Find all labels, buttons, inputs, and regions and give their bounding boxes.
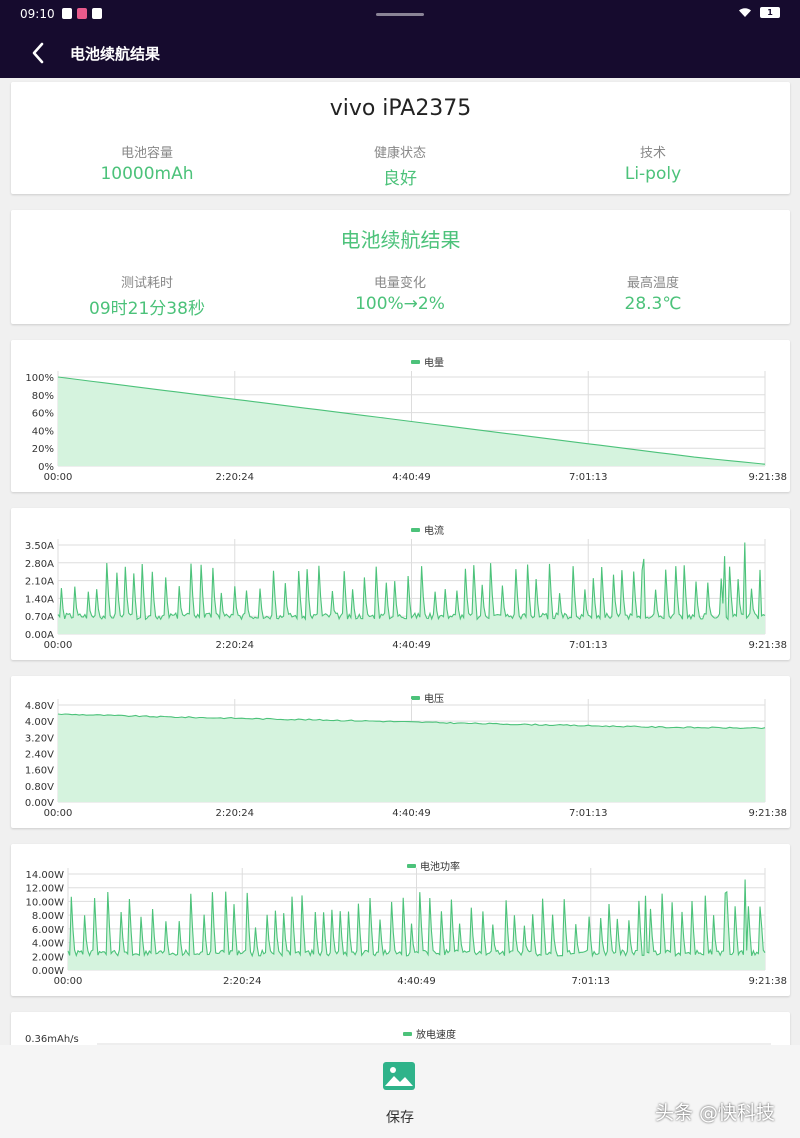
y-tick-label: 0.36mAh/s [25, 1034, 79, 1045]
y-tick-label: 20% [32, 444, 54, 455]
app-notification-icon [77, 8, 87, 19]
y-tick-label: 6.00W [32, 925, 64, 936]
max-temperature-stat: 最高温度 28.3℃ [523, 272, 783, 314]
x-tick-label: 2:20:24 [215, 472, 254, 483]
stat-label: 健康状态 [373, 146, 426, 161]
x-tick-label: 7:01:13 [569, 472, 608, 483]
vpn-icon [92, 8, 102, 19]
y-tick-label: 4.00W [32, 939, 64, 950]
current-chart: 电流 0.00A 0.70A 1.40A 2.10A 2.80A 3.50A 00:00 2:… [11, 508, 790, 660]
x-tick-label: 2:20:24 [215, 640, 254, 651]
y-tick-label: 2.80A [25, 559, 54, 570]
y-tick-label: 40% [32, 426, 54, 437]
stat-value: 100%→2% [355, 294, 445, 314]
stat-value: 10000mAh [100, 164, 194, 184]
y-tick-label: 100% [25, 373, 54, 384]
status-time: 09:10 [20, 7, 55, 21]
y-tick-label: 0.70A [25, 612, 54, 623]
series-area [58, 714, 765, 802]
x-tick-label: 00:00 [44, 472, 73, 483]
stat-value: 28.3℃ [624, 294, 682, 314]
device-info-card: vivo iPA2375 电池容量 10000mAh 健康状态 良好 技术 Li… [11, 82, 790, 194]
app-bar: 电池续航结果 [0, 28, 800, 78]
x-tick-label: 9:21:38 [748, 976, 787, 987]
y-tick-label: 1.40A [25, 594, 54, 605]
y-tick-label: 0.80V [25, 782, 54, 793]
back-arrow-icon[interactable] [26, 40, 52, 66]
wifi-icon [739, 8, 751, 17]
y-tick-label: 3.20V [25, 733, 54, 744]
watermark: 头条 @快科技 [655, 1102, 776, 1124]
sim-icon [62, 8, 72, 19]
x-tick-label: 7:01:13 [569, 808, 608, 819]
y-tick-label: 4.00V [25, 717, 54, 728]
x-tick-label: 2:20:24 [223, 976, 262, 987]
y-tick-label: 2.40V [25, 750, 54, 761]
result-title: 电池续航结果 [340, 228, 461, 252]
stat-label: 最高温度 [626, 276, 679, 291]
battery-capacity-stat: 电池容量 10000mAh [17, 142, 277, 184]
stat-value: 09时21分38秒 [89, 299, 205, 319]
y-tick-label: 3.50A [25, 541, 54, 552]
voltage-chart: 电压 0.00V 0.80V 1.60V 2.40V 3.20V 4.00V 4.80V 00… [11, 676, 790, 828]
x-tick-label: 9:21:38 [748, 640, 787, 651]
stat-label: 测试耗时 [120, 276, 173, 291]
x-tick-label: 7:01:13 [569, 640, 608, 651]
y-tick-label: 2.00W [32, 952, 64, 963]
y-tick-label: 8.00W [32, 911, 64, 922]
y-tick-label: 2.10A [25, 577, 54, 588]
x-tick-label: 9:21:38 [748, 472, 787, 483]
y-tick-label: 14.00W [25, 870, 64, 881]
y-tick-label: 10.00W [25, 897, 64, 908]
x-tick-label: 7:01:13 [571, 976, 610, 987]
x-tick-label: 4:40:49 [392, 808, 431, 819]
y-tick-label: 60% [32, 409, 54, 420]
status-bar: 09:10 1 [0, 0, 800, 28]
endurance-result-card: 电池续航结果 测试耗时 09时21分38秒 电量变化 100%→2% 最高温度 … [11, 210, 790, 324]
y-tick-label: 1.60V [25, 766, 54, 777]
battery-level-plot: 0%20%40%60%80%100%00:00 2:20:24 4:40:49 7:0… [25, 371, 787, 483]
stat-label: 技术 [639, 146, 666, 161]
x-tick-label: 00:00 [44, 640, 73, 651]
stat-value: Li-poly [624, 164, 682, 184]
technology-stat: 技术 Li-poly [523, 142, 783, 184]
x-tick-label: 4:40:49 [397, 976, 436, 987]
battery-level-chart: 电量 0% 20% 40% 60% 80% 100% 00:00 2:20:24 4:40:49… [11, 340, 790, 492]
x-tick-label: 4:40:49 [392, 640, 431, 651]
x-tick-label: 2:20:24 [215, 808, 254, 819]
stat-value: 良好 [383, 169, 417, 189]
x-tick-label: 9:21:38 [748, 808, 787, 819]
battery-change-stat: 电量变化 100%→2% [270, 272, 530, 314]
status-icons [62, 8, 102, 19]
x-tick-label: 00:00 [54, 976, 83, 987]
stat-label: 电池容量 [120, 146, 173, 161]
x-tick-label: 4:40:49 [392, 472, 431, 483]
current-plot: 0.00A0.70A1.40A2.10A2.80A3.50A00:00 2:20:… [25, 539, 787, 651]
health-status-stat: 健康状态 良好 [270, 142, 530, 189]
stat-label: 电量变化 [373, 276, 426, 291]
battery-power-plot: 0.00W2.00W4.00W6.00W8.00W10.00W12.00W14.… [25, 868, 787, 987]
y-tick-label: 4.80V [25, 701, 54, 712]
battery-power-chart: 电池功率 0.00W 2.00W 4.00W 6.00W 8.00W 10.00W 12.0… [11, 844, 790, 996]
y-tick-label: 80% [32, 391, 54, 402]
device-name: vivo iPA2375 [329, 96, 472, 121]
x-tick-label: 00:00 [44, 808, 73, 819]
save-image-icon[interactable] [382, 1061, 416, 1091]
battery-icon: 1 [760, 7, 780, 18]
voltage-plot: 0.00V0.80V1.60V2.40V3.20V4.00V4.80V00:00… [25, 699, 787, 819]
page-title: 电池续航结果 [70, 45, 161, 63]
drag-handle [376, 13, 424, 16]
test-duration-stat: 测试耗时 09时21分38秒 [17, 272, 277, 319]
y-tick-label: 12.00W [25, 884, 64, 895]
